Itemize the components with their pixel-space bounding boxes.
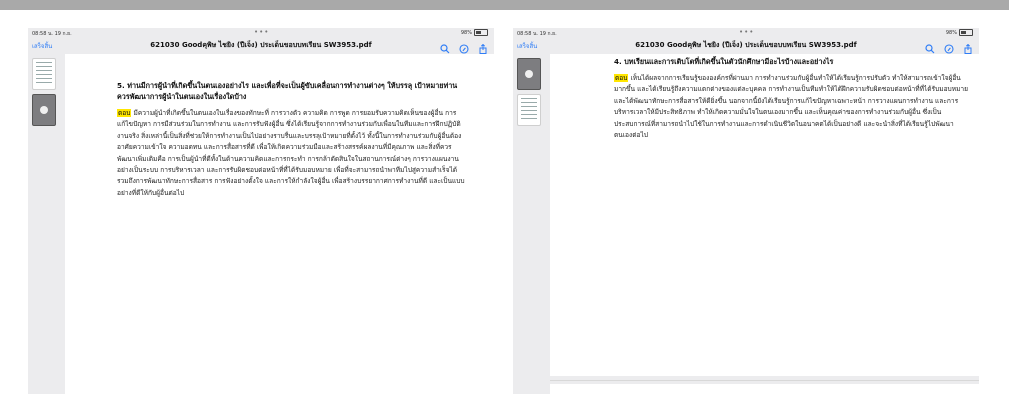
thumbnail-sidebar [28, 54, 58, 394]
battery-indicator: 98% [461, 29, 488, 36]
nav-actions [440, 39, 488, 54]
page-thumbnail-selected[interactable] [517, 58, 541, 90]
answer-paragraph: ตอบ มีความผู้นำที่เกิดขึ้นในตนเองในเรื่อ… [117, 108, 465, 199]
search-icon[interactable] [440, 39, 450, 54]
more-dots-icon[interactable]: ••• [254, 28, 269, 36]
status-bar: 08:58 น. 19 ก.ย. ••• 98% [513, 28, 979, 38]
thumbnail-sidebar [513, 54, 543, 394]
nav-bar: เสร็จสิ้น 621030 Goodคุพิษ ไชยิง (ปีเจ็ง… [28, 38, 494, 54]
status-time: 08:58 น. 19 ก.ย. [32, 31, 72, 37]
question-heading: 4. บทเรียนและการเติบโตที่เกิดขึ้นในตัวนั… [614, 57, 834, 66]
answer-text: เห็นได้ผลจากการเรียนรู้ขององค์กรที่ผ่านม… [614, 74, 968, 140]
page-thumbnail[interactable] [517, 94, 541, 126]
pdf-viewer-right: 08:58 น. 19 ก.ย. ••• 98% เสร็จสิ้น 62103… [513, 28, 979, 394]
pdf-page: 5. ท่านมีการผู้นำที่เกิดขึ้นในตนเองอย่าง… [65, 54, 494, 394]
nav-bar: เสร็จสิ้น 621030 Goodคุพิษ ไชยิง (ปีเจ็ง… [513, 38, 979, 54]
status-time: 08:58 น. 19 ก.ย. [517, 31, 557, 37]
answer-paragraph: ตอบ เห็นได้ผลจากการเรียนรู้ขององค์กรที่ผ… [614, 73, 968, 141]
battery-icon [959, 29, 973, 36]
pdf-page: 4. บทเรียนและการเติบโตที่เกิดขึ้นในตัวนั… [550, 54, 979, 376]
status-bar: 08:58 น. 19 ก.ย. ••• 98% [28, 28, 494, 38]
pdf-viewer-left: 08:58 น. 19 ก.ย. ••• 98% เสร็จสิ้น 62103… [28, 28, 494, 394]
page-thumbnail[interactable] [32, 58, 56, 90]
answer-highlight: ตอบ [614, 74, 629, 82]
page-thumbnail-selected[interactable] [32, 94, 56, 126]
next-pdf-page [550, 384, 979, 394]
annotate-icon[interactable] [944, 39, 954, 54]
answer-highlight: ตอบ [117, 109, 132, 117]
battery-icon [474, 29, 488, 36]
document-title: 621030 Goodคุพิษ ไชยิง (ปีเจ็ง) ประเด็นข… [150, 41, 372, 49]
battery-percent: 98% [460, 29, 472, 36]
document-title: 621030 Goodคุพิษ ไชยิง (ปีเจ็ง) ประเด็นข… [635, 41, 857, 49]
battery-indicator: 98% [946, 29, 973, 36]
nav-actions [925, 39, 973, 54]
share-icon[interactable] [963, 39, 973, 54]
annotate-icon[interactable] [459, 39, 469, 54]
search-icon[interactable] [925, 39, 935, 54]
window-top-bar [0, 0, 1009, 10]
share-icon[interactable] [478, 39, 488, 54]
page-divider [550, 380, 979, 381]
question-heading: 5. ท่านมีการผู้นำที่เกิดขึ้นในตนเองอย่าง… [117, 81, 458, 101]
answer-text: มีความผู้นำที่เกิดขึ้นในตนเองในเรื่องของ… [117, 109, 465, 197]
more-dots-icon[interactable]: ••• [739, 28, 754, 36]
battery-percent: 98% [945, 29, 957, 36]
